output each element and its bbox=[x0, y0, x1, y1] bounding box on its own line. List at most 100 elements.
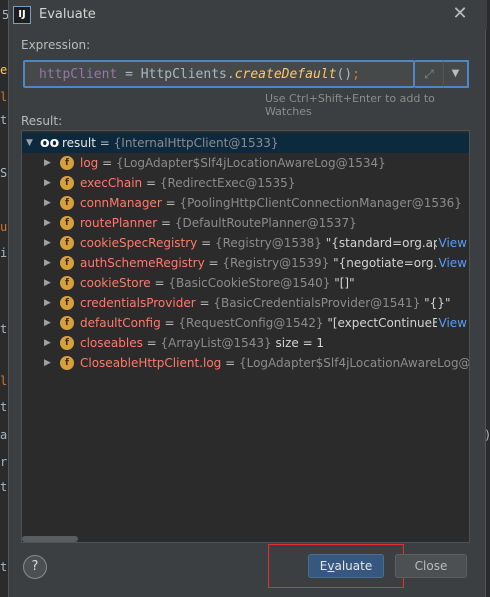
field-icon: f bbox=[60, 156, 74, 170]
field-name: closeables bbox=[80, 336, 143, 350]
field-icon: f bbox=[60, 316, 74, 330]
expand-arrow-icon[interactable]: ▶ bbox=[44, 353, 54, 373]
field-name: log bbox=[80, 156, 99, 170]
expand-arrow-icon[interactable]: ▶ bbox=[44, 233, 54, 253]
history-dropdown-icon[interactable]: ▼ bbox=[443, 60, 469, 88]
field-type: {DefaultRoutePlanner@1537} bbox=[174, 216, 357, 230]
field-icon: f bbox=[60, 236, 74, 250]
background-code-char: e bbox=[0, 63, 8, 77]
expression-text: httpClient = HttpClients.createDefault()… bbox=[39, 67, 360, 82]
field-equals: = bbox=[98, 156, 116, 170]
field-type: {ArrayList@1543} bbox=[160, 336, 272, 350]
field-equals: = bbox=[221, 356, 239, 370]
result-tree[interactable]: ▼ oo result = {InternalHttpClient@1533} … bbox=[21, 130, 470, 543]
field-type: {LogAdapter$Slf4jLocationAwareLog@15... bbox=[238, 356, 470, 370]
field-name: credentialsProvider bbox=[80, 296, 196, 310]
tree-field-row[interactable]: ▶ f routePlanner = {DefaultRoutePlanner@15… bbox=[22, 213, 469, 233]
expand-editor-icon[interactable]: ⤢ bbox=[415, 60, 443, 88]
field-name: authSchemeRegistry bbox=[80, 256, 205, 270]
field-type: {BasicCookieStore@1540} bbox=[168, 276, 331, 290]
background-code-char: t bbox=[0, 113, 8, 127]
evaluate-button[interactable]: Evaluate bbox=[308, 554, 384, 578]
help-button[interactable]: ? bbox=[23, 555, 47, 579]
field-equals: = bbox=[161, 196, 180, 210]
object-infinity-icon: oo bbox=[40, 135, 60, 151]
tree-field-row[interactable]: ▶ f defaultConfig = {RequestConfig@1542} "… bbox=[22, 313, 469, 333]
expand-arrow-icon[interactable]: ▶ bbox=[44, 193, 54, 213]
expand-arrow-icon[interactable]: ▶ bbox=[44, 213, 54, 233]
intellij-app-icon: IJ bbox=[13, 6, 31, 24]
tree-root-row[interactable]: ▼ oo result = {InternalHttpClient@1533} bbox=[22, 133, 469, 153]
dialog-title: Evaluate bbox=[39, 7, 96, 22]
tree-field-row[interactable]: ▶ f execChain = {RedirectExec@1535} bbox=[22, 173, 469, 193]
tree-field-row[interactable]: ▶ f closeables = {ArrayList@1543} size = 1 bbox=[22, 333, 469, 353]
expression-token-semicolon: ; bbox=[352, 67, 360, 82]
expand-arrow-icon[interactable]: ▶ bbox=[44, 253, 54, 273]
field-icon: f bbox=[60, 356, 74, 370]
background-code-char: l bbox=[0, 90, 8, 104]
view-link[interactable]: View bbox=[436, 313, 467, 333]
background-code-char: u bbox=[0, 220, 8, 234]
root-variable-name: result bbox=[62, 136, 96, 150]
field-equals: = bbox=[157, 216, 175, 230]
field-icon: f bbox=[60, 196, 74, 210]
background-code-char: l bbox=[0, 374, 8, 388]
expression-input[interactable]: httpClient = HttpClients.createDefault()… bbox=[23, 60, 415, 88]
expand-arrow-icon[interactable]: ▶ bbox=[44, 333, 54, 353]
field-icon: f bbox=[60, 176, 74, 190]
title-bar: IJ Evaluate ✕ bbox=[9, 0, 487, 30]
expand-arrow-icon[interactable]: ▶ bbox=[44, 153, 54, 173]
field-equals: = bbox=[160, 316, 179, 330]
field-type: {LogAdapter$Slf4jLocationAwareLog@1534} bbox=[115, 156, 386, 170]
field-equals: = bbox=[150, 276, 169, 290]
expression-label: Expression: bbox=[21, 38, 91, 52]
field-icon: f bbox=[60, 296, 74, 310]
background-code-char: t bbox=[0, 560, 8, 574]
field-type: {BasicCredentialsProvider@1541} bbox=[213, 296, 421, 310]
tree-field-row[interactable]: ▶ f cookieSpecRegistry = {Registry@1538} "… bbox=[22, 233, 469, 253]
close-button[interactable]: Close bbox=[395, 554, 467, 578]
expand-arrow-icon[interactable]: ▶ bbox=[44, 273, 54, 293]
view-link[interactable]: View bbox=[436, 233, 467, 253]
field-name: cookieSpecRegistry bbox=[80, 236, 198, 250]
tree-field-row[interactable]: ▶ f cookieStore = {BasicCookieStore@1540} … bbox=[22, 273, 469, 293]
field-equals: = bbox=[204, 256, 223, 270]
field-type: {Registry@1538} bbox=[214, 236, 322, 250]
background-code-char: i bbox=[0, 246, 8, 260]
horizontal-scrollbar[interactable] bbox=[22, 536, 78, 542]
field-name: connManager bbox=[80, 196, 162, 210]
expand-arrow-icon[interactable]: ▶ bbox=[44, 293, 54, 313]
expression-token-method: createDefault bbox=[234, 67, 337, 82]
expression-token-operator: = bbox=[117, 67, 141, 82]
field-name: routePlanner bbox=[80, 216, 158, 230]
field-equals: = bbox=[195, 296, 214, 310]
evaluate-label-rest: aluate bbox=[334, 559, 373, 573]
field-equals: = bbox=[197, 236, 215, 250]
background-code-char: r bbox=[0, 455, 8, 469]
tree-field-row[interactable]: ▶ f CloseableHttpClient.log = {LogAdapter$… bbox=[22, 353, 470, 373]
root-equals: = bbox=[95, 136, 114, 150]
field-equals: = bbox=[142, 176, 160, 190]
background-code-char: t bbox=[0, 322, 8, 336]
field-name: defaultConfig bbox=[80, 316, 161, 330]
tree-field-row[interactable]: ▶ f log = {LogAdapter$Slf4jLocationAwareLo… bbox=[22, 153, 469, 173]
field-name: CloseableHttpClient.log bbox=[80, 356, 222, 370]
field-icon: f bbox=[60, 276, 74, 290]
tree-field-row[interactable]: ▶ f authSchemeRegistry = {Registry@1539} "… bbox=[22, 253, 469, 273]
root-type: {InternalHttpClient@1533} bbox=[113, 136, 279, 150]
field-equals: = bbox=[142, 336, 161, 350]
expand-arrow-icon[interactable]: ▶ bbox=[44, 313, 54, 333]
collapse-arrow-icon[interactable]: ▼ bbox=[26, 133, 36, 153]
background-code-char: a bbox=[0, 428, 8, 442]
close-icon[interactable]: ✕ bbox=[451, 5, 469, 23]
tree-field-row[interactable]: ▶ f credentialsProvider = {BasicCredential… bbox=[22, 293, 469, 313]
field-type: {PoolingHttpClientConnectionManager@1536… bbox=[179, 196, 462, 210]
background-code-char: t bbox=[0, 400, 8, 414]
view-link[interactable]: View bbox=[436, 253, 467, 273]
field-name: execChain bbox=[80, 176, 143, 190]
tree-field-row[interactable]: ▶ f connManager = {PoolingHttpClientConnec… bbox=[22, 193, 469, 213]
expand-arrow-icon[interactable]: ▶ bbox=[44, 173, 54, 193]
field-value: "{}" bbox=[424, 296, 451, 310]
field-type: {RedirectExec@1535} bbox=[159, 176, 296, 190]
expression-token-class: HttpClients. bbox=[140, 67, 235, 82]
